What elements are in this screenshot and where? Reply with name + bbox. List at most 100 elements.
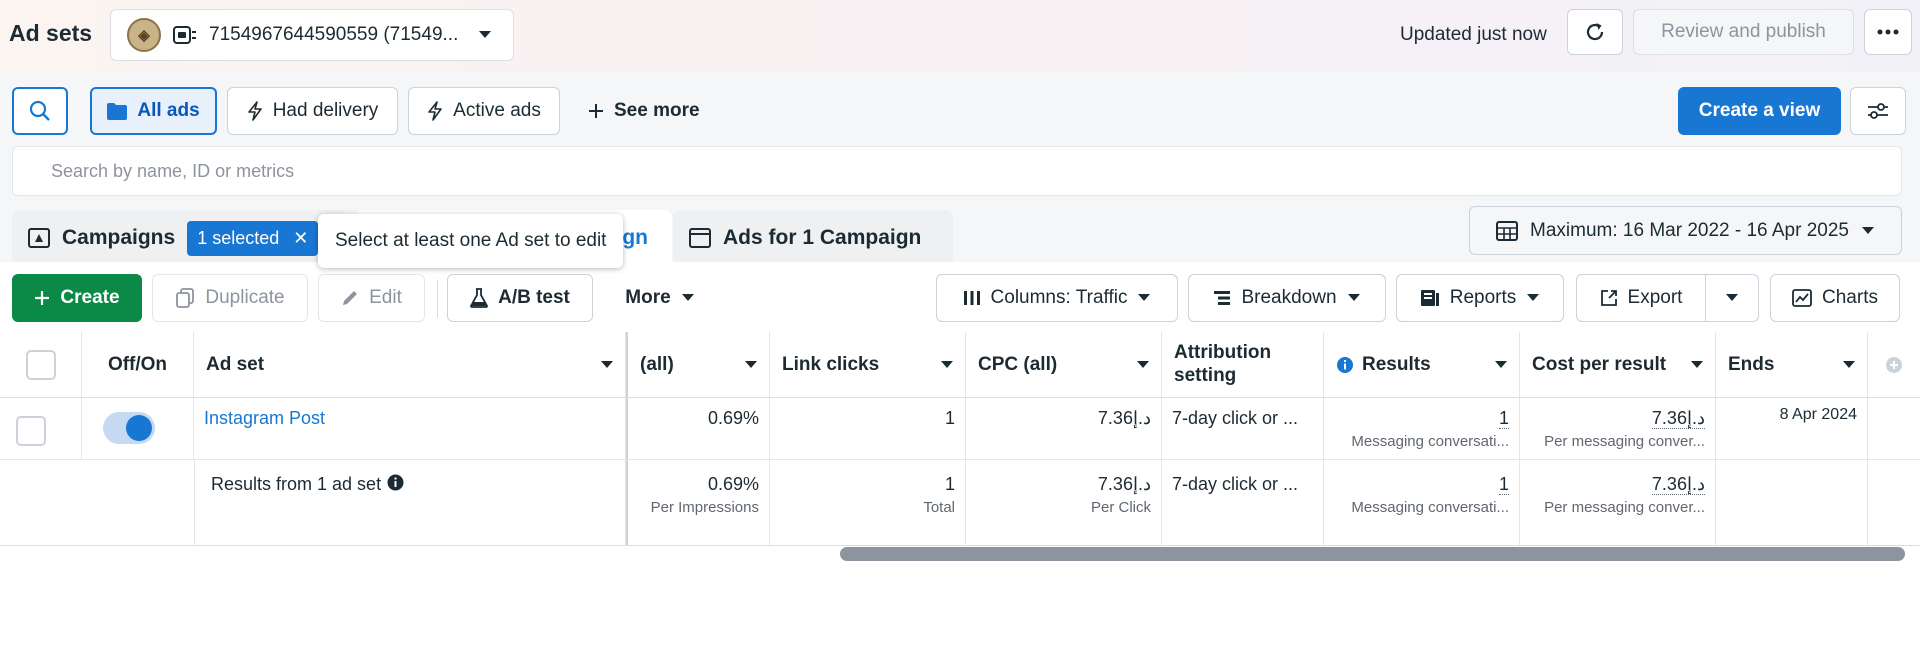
chart-icon xyxy=(1792,289,1812,307)
row-cost-value: 7.36د.إ xyxy=(1651,408,1705,429)
row-link-clicks-value: 1 xyxy=(944,408,955,428)
header-attribution[interactable]: Attribution setting xyxy=(1162,332,1324,398)
summary-cost-value: 7.36د.إ xyxy=(1651,474,1705,495)
row-ctr-value: 0.69% xyxy=(707,408,759,428)
search-toggle-button[interactable] xyxy=(12,87,68,135)
selected-count-label: 1 selected xyxy=(197,227,280,248)
chevron-down-icon xyxy=(941,360,953,368)
export-icon xyxy=(1600,290,1617,306)
header-ctr[interactable]: (all) xyxy=(626,332,770,398)
ad-icon xyxy=(689,228,711,248)
search-input[interactable] xyxy=(12,146,1902,196)
create-label: Create xyxy=(60,287,120,308)
row-attribution-value: 7-day click or ... xyxy=(1172,408,1299,428)
export-button[interactable]: Export xyxy=(1576,274,1706,322)
refresh-button[interactable] xyxy=(1567,9,1623,55)
chevron-down-icon xyxy=(681,294,694,301)
chevron-down-icon xyxy=(1861,226,1874,234)
header-results[interactable]: Results xyxy=(1324,332,1520,398)
account-card-icon xyxy=(173,26,196,44)
summary-cost-cell: 7.36د.إ Per messaging conver... xyxy=(1520,460,1716,545)
header-off-on: Off/On xyxy=(82,332,194,398)
calendar-icon xyxy=(1496,220,1519,241)
active-ads-filter[interactable]: Active ads xyxy=(408,87,560,135)
campaign-icon xyxy=(28,228,50,248)
header-ad-set[interactable]: Ad set xyxy=(194,332,626,398)
summary-ctr-value: 0.69% xyxy=(707,474,759,494)
chevron-down-icon xyxy=(1527,294,1540,301)
header-cost-per-result-label: Cost per result xyxy=(1532,353,1667,375)
sliders-icon xyxy=(1868,103,1888,119)
breakdown-label: Breakdown xyxy=(1241,287,1337,308)
header-ad-set-label: Ad set xyxy=(206,353,265,375)
duplicate-button[interactable]: Duplicate xyxy=(152,274,308,322)
filter-settings-button[interactable] xyxy=(1850,87,1906,135)
edit-button[interactable]: Edit xyxy=(318,274,425,322)
info-icon[interactable] xyxy=(1336,356,1354,374)
header-off-on-label: Off/On xyxy=(107,353,168,375)
all-ads-filter[interactable]: All ads xyxy=(90,87,217,135)
row-checkbox[interactable] xyxy=(16,416,46,446)
filter-bar: All ads Had delivery Active ads See more… xyxy=(0,72,1920,146)
active-ads-label: Active ads xyxy=(453,100,541,121)
select-all-checkbox[interactable] xyxy=(25,349,56,380)
columns-label: Columns: Traffic xyxy=(990,287,1128,308)
header-cpc[interactable]: CPC (all) xyxy=(966,332,1162,398)
breakdown-button[interactable]: Breakdown xyxy=(1188,274,1386,322)
create-button[interactable]: Create xyxy=(12,274,142,322)
delivery-toggle[interactable] xyxy=(103,412,155,444)
chevron-down-icon xyxy=(1137,360,1149,368)
header-cost-per-result[interactable]: Cost per result xyxy=(1520,332,1716,398)
header-link-clicks[interactable]: Link clicks xyxy=(770,332,966,398)
duplicate-label: Duplicate xyxy=(205,287,285,308)
reports-button[interactable]: Reports xyxy=(1396,274,1564,322)
edit-tooltip: Select at least one Ad set to edit xyxy=(318,214,624,268)
date-range-picker[interactable]: Maximum: 16 Mar 2022 - 16 Apr 2025 xyxy=(1469,206,1902,255)
export-label: Export xyxy=(1627,287,1683,308)
ad-set-name-link[interactable]: Instagram Post xyxy=(204,408,325,428)
top-header: Ad sets ◈ 7154967644590559 (71549... Upd… xyxy=(0,0,1920,72)
row-cost-cell: 7.36د.إ Per messaging conver... xyxy=(1520,398,1716,459)
selected-count-badge[interactable]: 1 selected ✕ xyxy=(187,220,319,256)
more-options-button[interactable] xyxy=(1864,9,1912,55)
summary-ctr-cell: 0.69% Per Impressions xyxy=(626,460,770,545)
breakdown-icon xyxy=(1214,291,1231,305)
had-delivery-filter[interactable]: Had delivery xyxy=(227,87,398,135)
header-cpc-label: CPC (all) xyxy=(978,353,1058,375)
ad-account-selector[interactable]: ◈ 7154967644590559 (71549... xyxy=(110,9,514,61)
row-ctr-cell: 0.69% xyxy=(626,398,770,459)
horizontal-scrollbar[interactable] xyxy=(840,547,1905,561)
page-title: Ad sets xyxy=(9,20,93,46)
info-icon[interactable] xyxy=(387,474,404,491)
export-menu-button[interactable] xyxy=(1705,274,1759,322)
chevron-down-icon xyxy=(1726,294,1738,301)
row-attribution-cell: 7-day click or ... xyxy=(1162,398,1324,459)
summary-label-cell: Results from 1 ad set xyxy=(194,460,626,545)
charts-button[interactable]: Charts xyxy=(1770,274,1900,322)
all-ads-label: All ads xyxy=(137,100,200,121)
see-more-filters-button[interactable]: See more xyxy=(578,87,708,135)
review-and-publish-button[interactable]: Review and publish xyxy=(1633,9,1854,55)
tab-campaigns-label: Campaigns xyxy=(62,226,176,249)
lightning-icon xyxy=(247,101,262,121)
search-row xyxy=(0,146,1920,202)
summary-label: Results from 1 ad set xyxy=(211,474,382,494)
chevron-down-icon xyxy=(1495,360,1507,368)
toggle-knob xyxy=(126,415,152,441)
columns-button[interactable]: Columns: Traffic xyxy=(936,274,1178,322)
tab-ads-label: Ads for 1 Campaign xyxy=(723,226,922,249)
table-row[interactable]: Instagram Post 0.69% 1 7.36د.إ 7-day cli… xyxy=(0,398,1920,460)
header-ends-label: Ends xyxy=(1728,353,1775,375)
ab-test-button[interactable]: A/B test xyxy=(447,274,593,322)
clear-selection-icon[interactable]: ✕ xyxy=(293,228,308,249)
create-view-button[interactable]: Create a view xyxy=(1678,87,1841,135)
tab-ads[interactable]: Ads for 1 Campaign xyxy=(673,210,953,266)
more-actions-button[interactable]: More xyxy=(610,274,710,322)
header-add-column[interactable] xyxy=(1868,332,1920,398)
date-range-label: Maximum: 16 Mar 2022 - 16 Apr 2025 xyxy=(1530,219,1849,241)
toolbar-divider xyxy=(437,280,438,318)
ad-sets-table: Off/On Ad set (all) Link clicks CPC (all… xyxy=(0,332,1920,548)
row-select-cell xyxy=(0,398,82,459)
tab-campaigns[interactable]: Campaigns 1 selected ✕ xyxy=(12,210,348,266)
header-ends[interactable]: Ends xyxy=(1716,332,1868,398)
